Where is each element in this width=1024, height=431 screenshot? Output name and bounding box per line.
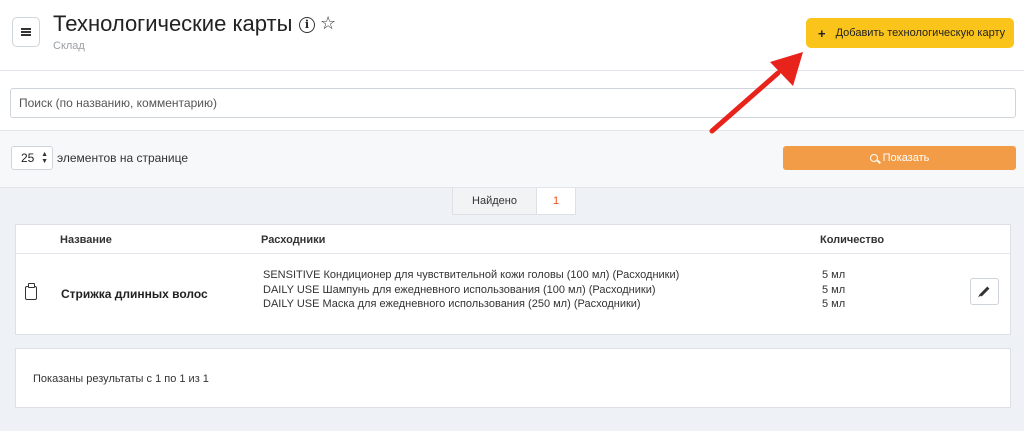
annotation-arrow-head [770, 52, 803, 86]
annotation-arrow-shaft [709, 70, 781, 134]
annotation-arrow [709, 52, 803, 134]
